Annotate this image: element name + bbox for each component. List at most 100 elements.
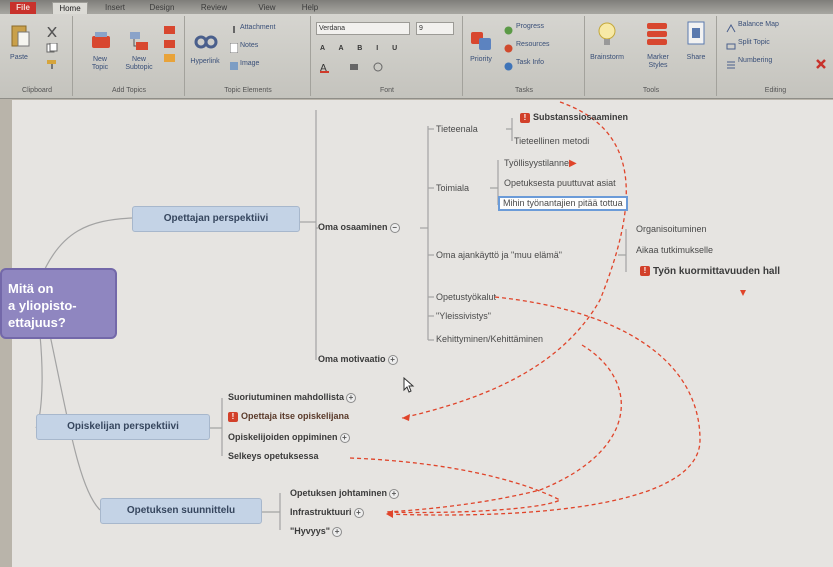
split-topic-button[interactable]: Split Topic: [738, 38, 770, 47]
subtopic-organisoituminen[interactable]: Organisoituminen: [636, 224, 707, 235]
main-topic-opettajan[interactable]: Opettajan perspektiivi: [132, 206, 300, 232]
new-subtopic-button[interactable]: New Subtopic: [122, 56, 156, 72]
subtopic-tyollisyys[interactable]: Työllisyystilanne▶: [504, 158, 577, 169]
cut-icon[interactable]: [46, 24, 58, 38]
expand-toggle[interactable]: +: [387, 354, 398, 365]
expand-toggle[interactable]: +: [389, 488, 400, 499]
hyperlink-icon[interactable]: [194, 34, 218, 50]
mouse-pointer-icon: [403, 376, 415, 398]
expand-toggle[interactable]: +: [339, 432, 350, 443]
mind-map-canvas[interactable]: [12, 100, 833, 567]
subtopic-opetuksesta[interactable]: Opetuksesta puuttuvat asiat: [504, 178, 616, 189]
font-format-buttons[interactable]: A A B I U: [320, 44, 403, 53]
central-topic-line-2: a yliopisto-: [8, 298, 77, 313]
attachment-button[interactable]: Attachment: [240, 23, 275, 32]
font-color-icons[interactable]: A: [320, 60, 390, 74]
infrastruktuuri-label: Infrastruktuuri: [290, 507, 352, 517]
font-group: Verdana 9 A A B I U A Font: [312, 16, 463, 96]
tab-review[interactable]: Review: [196, 2, 232, 14]
expand-toggle[interactable]: +: [353, 507, 364, 518]
expand-toggle[interactable]: +: [332, 526, 343, 537]
tools-group: Brainstorm Marker Styles Share Tools: [586, 16, 717, 96]
subtopic-mihin-selected[interactable]: Mihin työnantajien pitää tottua: [498, 196, 628, 211]
main-topic-opetuksen[interactable]: Opetuksen suunnittelu: [100, 498, 262, 524]
add-topics-group: New Topic New Subtopic Add Topics: [74, 16, 185, 96]
subtopic-opiskelijoiden[interactable]: Opiskelijoiden oppiminen +: [228, 432, 350, 443]
delete-icon[interactable]: [816, 56, 826, 69]
subtopic-oma-osaaminen[interactable]: Oma osaaminen −: [318, 222, 400, 233]
clipboard-group: Paste Clipboard: [2, 16, 73, 96]
share-icon[interactable]: [686, 20, 706, 48]
subtopic-kehittyminen[interactable]: Kehittyminen/Kehittäminen: [436, 334, 543, 345]
oma-motivaatio-label: Oma motivaatio: [318, 354, 386, 364]
notes-icon: [229, 40, 239, 54]
notes-button[interactable]: Notes: [240, 41, 258, 50]
subtopic-yleissivistys[interactable]: "Yleissivistys": [436, 311, 491, 322]
tab-view[interactable]: View: [252, 2, 282, 14]
resources-button[interactable]: Resources: [516, 40, 549, 49]
marker-styles-icon[interactable]: [646, 22, 668, 46]
subtopic-opetustyokalut[interactable]: Opetustyökalut: [436, 292, 496, 303]
tab-file[interactable]: File: [10, 2, 36, 14]
subtopic-suoriutuminen[interactable]: Suoriutuminen mahdollista +: [228, 392, 357, 403]
image-button[interactable]: Image: [240, 59, 259, 68]
topic-elements-group: Hyperlink Attachment Notes Image Topic E…: [186, 16, 311, 96]
hyperlink-button[interactable]: Hyperlink: [188, 58, 222, 66]
tools-caption: Tools: [642, 87, 660, 94]
paste-icon[interactable]: [10, 22, 30, 48]
main-topic-opiskelijan[interactable]: Opiskelijan perspektiivi: [36, 414, 210, 440]
subtopic-toimiala[interactable]: Toimiala: [436, 183, 469, 194]
editing-group: Balance Map Split Topic Numbering Editin…: [718, 16, 833, 96]
subtopic-selkeys[interactable]: Selkeys opetuksessa: [228, 451, 319, 462]
editing-caption: Editing: [764, 87, 787, 94]
priority-icon[interactable]: [470, 30, 492, 52]
numbering-button[interactable]: Numbering: [738, 56, 772, 65]
central-topic-line-1: Mitä on: [8, 281, 54, 296]
format-painter-icon[interactable]: [46, 56, 58, 69]
task-info-icon: [504, 58, 513, 71]
collapse-toggle[interactable]: −: [389, 222, 400, 233]
oma-osaaminen-label: Oma osaaminen: [318, 222, 388, 232]
substanssi-label: Substanssiosaaminen: [533, 112, 629, 122]
subtopic-infrastruktuuri[interactable]: Infrastruktuuri +: [290, 507, 364, 518]
subtopic-tieteellinen[interactable]: Tieteellinen metodi: [514, 136, 589, 147]
paste-button[interactable]: Paste: [6, 54, 32, 62]
priority-marker-icon: !: [228, 411, 238, 422]
opettaja-itse-label: Opettaja itse opiskelijana: [241, 411, 350, 421]
new-topic-icon[interactable]: [90, 30, 112, 52]
progress-button[interactable]: Progress: [516, 22, 544, 31]
font-size-select[interactable]: 9: [416, 22, 454, 35]
subtopic-aikaa[interactable]: Aikaa tutkimukselle: [636, 245, 713, 256]
share-button[interactable]: Share: [682, 54, 710, 62]
topic-elements-caption: Topic Elements: [224, 87, 272, 94]
tab-design[interactable]: Design: [144, 2, 180, 14]
new-topic-button[interactable]: New Topic: [86, 56, 114, 72]
add-topics-caption: Add Topics: [111, 87, 147, 94]
subtopic-hyvyys[interactable]: "Hyvyys" +: [290, 526, 343, 537]
marker-styles-button[interactable]: Marker Styles: [640, 54, 676, 70]
subtopic-opetuksen-johtaminen[interactable]: Opetuksen johtaminen +: [290, 488, 400, 499]
priority-button[interactable]: Priority: [464, 56, 498, 64]
tyollisyys-label: Työllisyystilanne: [504, 158, 570, 168]
subtopic-tieteenala[interactable]: Tieteenala: [436, 124, 478, 135]
tab-help[interactable]: Help: [296, 2, 324, 14]
brainstorm-button[interactable]: Brainstorm: [586, 54, 628, 62]
subtopic-substanssi[interactable]: ! Substanssiosaaminen: [520, 112, 628, 123]
subtopic-opettaja-itse[interactable]: ! Opettaja itse opiskelijana: [228, 411, 349, 422]
task-info-button[interactable]: Task Info: [516, 58, 544, 67]
subtopic-oma-ajankaytto[interactable]: Oma ajankäyttö ja "muu elämä": [436, 250, 562, 261]
subtopic-tyon-kuormittavuus[interactable]: ! Työn kuormittavuuden hall: [640, 266, 780, 277]
topic-shapes-icon[interactable]: [162, 24, 178, 74]
expand-toggle[interactable]: +: [346, 392, 357, 403]
copy-icon[interactable]: [46, 40, 58, 53]
brainstorm-icon[interactable]: [598, 20, 616, 50]
font-family-select[interactable]: Verdana: [316, 22, 410, 35]
central-topic[interactable]: Mitä on a yliopisto- ettajuus?: [0, 268, 117, 339]
new-subtopic-icon[interactable]: [128, 30, 150, 52]
balance-map-button[interactable]: Balance Map: [738, 20, 779, 29]
flag-icon: ▶: [569, 158, 577, 169]
ribbon: Paste Clipboard New Topic New Subtopic A…: [0, 14, 833, 99]
subtopic-oma-motivaatio[interactable]: Oma motivaatio +: [318, 354, 398, 365]
opetuksen-johtaminen-label: Opetuksen johtaminen: [290, 488, 388, 498]
tab-insert[interactable]: Insert: [98, 2, 132, 14]
